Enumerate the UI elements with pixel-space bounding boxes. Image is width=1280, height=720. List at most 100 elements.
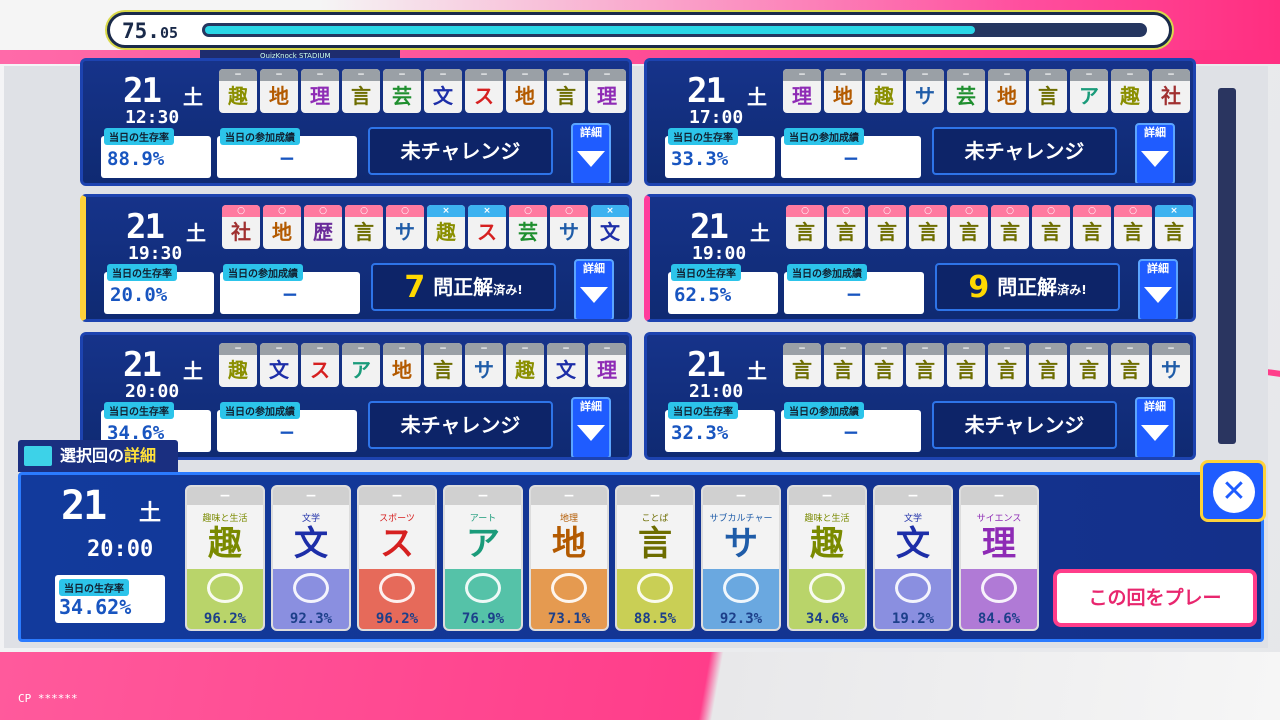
genre-detail-tile: − サイエンス 理 84.6%: [959, 485, 1039, 631]
result-mark: −: [260, 69, 298, 81]
genre-char: 言: [956, 358, 976, 382]
genre-char: 社: [231, 220, 251, 244]
detail-survival: 当日の生存率 34.62%: [55, 575, 165, 623]
detail-day: 21: [61, 483, 107, 529]
card-time: 12:30: [125, 107, 180, 128]
tile-lower: 92.3%: [703, 569, 779, 629]
tile-cap: −: [703, 487, 779, 505]
close-button[interactable]: ✕: [1200, 460, 1266, 522]
round-card[interactable]: 21 土 17:00 − 理 − 地 − 趣 − サ − 芸 − 地 − 言 − ア − 趣 − 社 当日の生存率 33…: [644, 58, 1196, 186]
participation-box: 当日の参加成績 −: [217, 128, 357, 178]
result-count: 7: [404, 270, 426, 305]
genre-char: 理: [597, 84, 617, 108]
genre-tile: − 趣: [506, 343, 544, 387]
genre-name: 趣味と生活: [202, 514, 248, 524]
genre-tile: ○ 言: [1032, 205, 1070, 249]
genre-tile: − 理: [588, 69, 626, 113]
play-round-button[interactable]: この回をプレー: [1053, 569, 1257, 627]
genre-char: 言: [556, 84, 576, 108]
genre-char: 理: [310, 84, 330, 108]
genre-char: サ: [395, 220, 415, 244]
result-mark: −: [783, 69, 821, 81]
genre-tile: − 言: [547, 69, 585, 113]
participation-value: −: [281, 282, 299, 306]
detail-button[interactable]: 詳細: [571, 123, 611, 183]
genre-char: 地: [552, 524, 586, 564]
genre-tile: − 趣: [1111, 69, 1149, 113]
participation-label: 当日の参加成績: [220, 128, 300, 145]
card-weekday: 土: [183, 85, 203, 109]
genre-char: ス: [474, 84, 494, 108]
result-mark: −: [465, 343, 503, 355]
card-tiles: − 言 − 言 − 言 − 言 − 言 − 言 − 言 − 言 − 言 − サ: [783, 343, 1190, 387]
participation-label: 当日の参加成績: [784, 128, 864, 145]
participation-label: 当日の参加成績: [223, 264, 303, 281]
genre-char: サ: [559, 220, 579, 244]
result-mark: −: [1029, 69, 1067, 81]
card-tiles: − 趣 − 地 − 理 − 言 − 芸 − 文 − ス − 地 − 言 − 理: [219, 69, 626, 113]
tile-lower: 88.5%: [617, 569, 693, 629]
result-label: 問正解: [997, 275, 1058, 299]
detail-button[interactable]: 詳細: [574, 259, 614, 319]
result-mark: −: [865, 343, 903, 355]
genre-char: 趣: [436, 220, 456, 244]
result-box: 未チャレンジ: [932, 401, 1117, 449]
genre-char: 理: [792, 84, 812, 108]
scrollbar[interactable]: [1218, 88, 1236, 444]
detail-header: 選択回の詳細: [18, 440, 178, 472]
genre-char: 趣: [228, 358, 248, 382]
stats-icon: [895, 573, 931, 603]
result-mark: ○: [1114, 205, 1152, 217]
genre-tile: − 言: [824, 343, 862, 387]
genre-detail-tile: − 趣味と生活 趣 96.2%: [185, 485, 265, 631]
close-icon: ✕: [1213, 471, 1255, 513]
detail-button-label: 詳細: [580, 126, 602, 139]
detail-button[interactable]: 詳細: [1135, 397, 1175, 457]
genre-tile: − 言: [947, 343, 985, 387]
round-card[interactable]: 21 土 21:00 − 言 − 言 − 言 − 言 − 言 − 言 − 言 − 言 − 言 − サ 当日の生存率 32…: [644, 332, 1196, 460]
participation-label: 当日の参加成績: [784, 402, 864, 419]
genre-char: 言: [915, 358, 935, 382]
detail-button[interactable]: 詳細: [571, 397, 611, 457]
genre-char: 言: [1038, 84, 1058, 108]
result-mark: −: [865, 69, 903, 81]
round-card[interactable]: 21 土 12:30 − 趣 − 地 − 理 − 言 − 芸 − 文 − ス − 地 − 言 − 理 当日の生存率 88…: [80, 58, 632, 186]
round-card[interactable]: 21 土 19:30 ○ 社 ○ 地 ○ 歴 ○ 言 ○ サ × 趣 × ス ○ 芸 ○ サ × 文 当日の生存率 20…: [80, 194, 632, 322]
genre-char: 地: [997, 84, 1017, 108]
detail-button-label: 詳細: [1144, 400, 1166, 413]
result-mark: −: [301, 343, 339, 355]
result-mark: ○: [550, 205, 588, 217]
genre-tile: ○ 言: [345, 205, 383, 249]
result-box: 未チャレンジ: [368, 127, 553, 175]
result-mark: ○: [786, 205, 824, 217]
genre-tile: × 趣: [427, 205, 465, 249]
genre-tile: − 文: [424, 69, 462, 113]
genre-char: 趣: [1120, 84, 1140, 108]
result-box: 未チャレンジ: [368, 401, 553, 449]
genre-char: 趣: [874, 84, 894, 108]
result-mark: −: [465, 69, 503, 81]
genre-tile: − 芸: [383, 69, 421, 113]
stats-icon: [551, 573, 587, 603]
result-mark: −: [947, 69, 985, 81]
result-mark: −: [783, 343, 821, 355]
genre-tile: − サ: [465, 343, 503, 387]
genre-char: 文: [294, 524, 328, 564]
detail-button[interactable]: 詳細: [1138, 259, 1178, 319]
genre-detail-tile: − 文学 文 92.3%: [271, 485, 351, 631]
result-mark: −: [947, 343, 985, 355]
result-mark: ×: [591, 205, 629, 217]
stats-icon: [723, 573, 759, 603]
detail-button[interactable]: 詳細: [1135, 123, 1175, 183]
tile-lower: 34.6%: [789, 569, 865, 629]
result-mark: −: [1152, 343, 1190, 355]
result-label: 未チャレンジ: [400, 413, 521, 437]
participation-box: 当日の参加成績 −: [217, 402, 357, 452]
genre-tile: − 言: [1029, 343, 1067, 387]
round-card[interactable]: 21 土 19:00 ○ 言 ○ 言 ○ 言 ○ 言 ○ 言 ○ 言 ○ 言 ○ 言 ○ 言 × 言 当日の生存率 62…: [644, 194, 1196, 322]
result-mark: ○: [868, 205, 906, 217]
result-mark: −: [547, 69, 585, 81]
genre-tile: ○ 言: [991, 205, 1029, 249]
result-mark: ○: [827, 205, 865, 217]
result-mark: −: [383, 343, 421, 355]
